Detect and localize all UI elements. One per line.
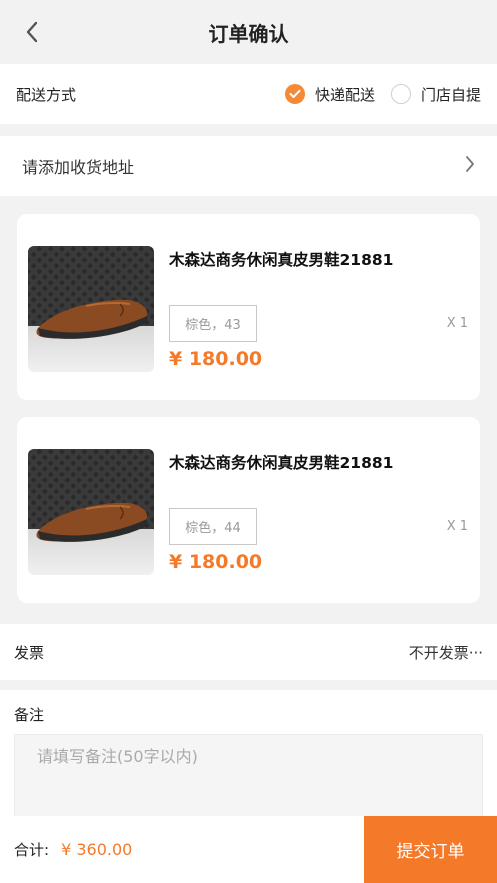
chevron-right-icon — [465, 155, 475, 177]
product-quantity: X 1 — [446, 519, 468, 534]
invoice-row[interactable]: 发票 不开发票··· — [0, 624, 497, 680]
product-spec: 棕色，43 — [169, 305, 257, 342]
delivery-option-label: 门店自提 — [420, 85, 481, 104]
radio-checked-icon[interactable] — [284, 84, 305, 104]
product-name: 木森达商务休闲真皮男鞋21881 — [169, 251, 394, 269]
delivery-option-label: 快递配送 — [314, 85, 375, 104]
product-image — [28, 449, 154, 575]
order-item-card[interactable]: 木森达商务休闲真皮男鞋21881 棕色，44 X 1 ¥ 180.00 — [17, 417, 480, 603]
add-address-label: 请添加收货地址 — [22, 158, 135, 177]
back-arrow-icon[interactable] — [20, 18, 44, 46]
remarks-input[interactable]: 请填写备注(50字以内) — [14, 734, 483, 826]
delivery-option-pickup[interactable]: 门店自提 — [390, 84, 481, 105]
remarks-label: 备注 — [14, 706, 45, 724]
delivery-method-label: 配送方式 — [16, 85, 77, 104]
total-label: 合计: — [14, 841, 50, 859]
radio-unchecked-icon[interactable] — [390, 84, 411, 104]
product-price: ¥ 180.00 — [169, 348, 263, 370]
product-price: ¥ 180.00 — [169, 551, 263, 573]
header-bar: 订单确认 — [0, 0, 497, 64]
add-address-row[interactable]: 请添加收货地址 — [0, 136, 497, 196]
delivery-options: 快递配送 门店自提 — [284, 84, 481, 105]
order-item-card[interactable]: 木森达商务休闲真皮男鞋21881 棕色，43 X 1 ¥ 180.00 — [17, 214, 480, 400]
invoice-value: 不开发票··· — [408, 643, 483, 662]
delivery-method-row: 配送方式 快递配送 门店自提 — [0, 64, 497, 124]
product-name: 木森达商务休闲真皮男鞋21881 — [169, 454, 394, 472]
total-amount: ¥ 360.00 — [61, 840, 133, 859]
submit-order-button[interactable]: 提交订单 — [364, 816, 497, 883]
product-image — [28, 246, 154, 372]
page-title: 订单确认 — [208, 21, 289, 46]
delivery-option-express[interactable]: 快递配送 — [284, 84, 375, 105]
order-items-area: 木森达商务休闲真皮男鞋21881 棕色，43 X 1 ¥ 180.00 木森达商… — [0, 196, 497, 624]
checkout-footer: 合计: ¥ 360.00 提交订单 — [0, 816, 497, 883]
product-spec: 棕色，44 — [169, 508, 257, 545]
product-quantity: X 1 — [446, 316, 468, 331]
invoice-label: 发票 — [14, 643, 45, 662]
